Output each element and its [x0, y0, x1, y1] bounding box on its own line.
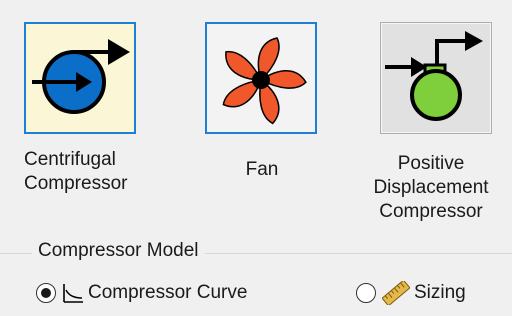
compressor-curve-label: Compressor Curve: [88, 282, 248, 303]
fan-icon: [222, 37, 307, 125]
centrifugal-compressor-icon: [32, 39, 130, 114]
sizing-label: Sizing: [414, 282, 466, 303]
radio-checked-dot: [41, 288, 51, 298]
positive-displacement-compressor-label: Positive Displacement Compressor: [373, 153, 489, 222]
fan-label: Fan: [245, 159, 279, 180]
compressor-model-group-title: Compressor Model: [32, 240, 205, 262]
sizing-option[interactable]: Sizing: [356, 279, 466, 307]
positive-displacement-compressor-icon: [385, 31, 483, 121]
centrifugal-compressor-label: Centrifugal Compressor: [24, 149, 128, 194]
ruler-icon: [382, 281, 410, 305]
centrifugal-compressor-button[interactable]: [24, 22, 136, 134]
fan-button[interactable]: [205, 22, 317, 134]
sizing-radio[interactable]: [356, 283, 376, 303]
compressor-curve-radio[interactable]: [36, 283, 56, 303]
compressor-curve-option[interactable]: Compressor Curve: [36, 279, 247, 307]
curve-chart-icon: [62, 282, 84, 304]
positive-displacement-compressor-button[interactable]: [380, 22, 492, 134]
